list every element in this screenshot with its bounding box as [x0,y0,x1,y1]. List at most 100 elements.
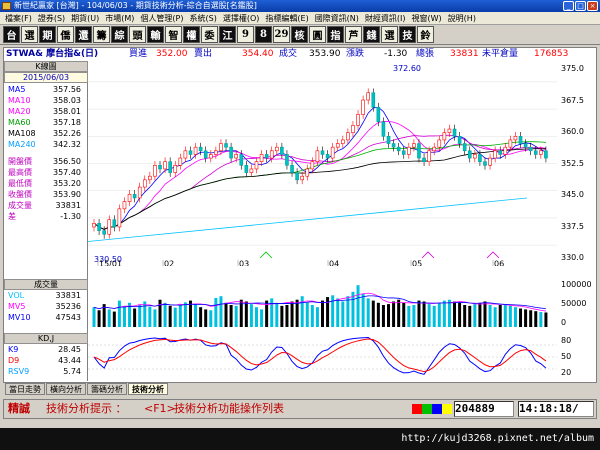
volume-bar [366,298,370,327]
axis-tick: 50000 [561,299,587,308]
volume-bar [493,307,497,327]
toolbar-button-13[interactable]: 9 [237,26,254,43]
menu-item-5[interactable]: 系統(S) [187,12,220,24]
axis-tick: 367.5 [561,95,584,105]
candle-body [275,146,279,152]
menu-item-4[interactable]: 個人管理(P) [137,12,186,24]
signal-marker [486,251,500,259]
window-title-bar[interactable]: 新世紀贏家 [台灣] - 104/06/03 - 期貨技術分析-綜合自選股[名鑑… [0,0,600,12]
volume-bar [463,305,467,327]
toolbar-button-22[interactable]: 技 [399,26,416,43]
candle-body [183,150,188,159]
candle-body [127,194,132,202]
signal-marker [259,251,273,259]
vol-label: VOL [8,291,25,300]
menu-item-6[interactable]: 選擇權(O) [220,12,263,24]
menu-item-1[interactable]: 證券(S) [35,12,68,24]
candle-body [320,150,325,155]
toolbar-button-14[interactable]: 8 [255,26,272,43]
tab-bar: 當日走勢 橫向分析 籌碼分析 技術分析 [3,383,597,396]
toolbar-button-8[interactable]: 輸 [147,26,164,43]
axis-tick: 360.0 [561,127,584,136]
candle-body [437,139,442,148]
toolbar-button-18[interactable]: 指 [327,26,344,43]
candle-body [234,154,238,159]
kd-row: D9 43.44 [6,355,86,366]
menu-item-10[interactable]: 視窗(W) [409,12,445,24]
toolbar-button-11[interactable]: 委 [201,26,218,43]
menu-item-3[interactable]: 市場(M) [102,12,137,24]
toolbar-button-12[interactable]: 江 [219,26,236,43]
app-icon [2,2,11,10]
toolbar-button-16[interactable]: 核 [291,26,308,43]
volume-bar [412,305,416,327]
toolbar-button-6[interactable]: 綜 [111,26,128,43]
maximize-button[interactable]: □ [575,1,586,11]
tab-1[interactable]: 橫向分析 [46,383,86,395]
axis-tick: 50 [561,352,572,361]
volume-bar [158,299,162,327]
candle-body [214,150,218,155]
candle-body [198,146,203,152]
candle-body [523,143,528,148]
candle-body [305,168,310,177]
close-button[interactable]: × [587,1,598,11]
toolbar-button-10[interactable]: 權 [183,26,200,43]
toolbar-button-5[interactable]: 籌 [93,26,110,43]
last-label: 成交 [279,49,298,59]
toolbar-button-3[interactable]: 僑 [57,26,74,43]
signal-marker [421,251,435,259]
toolbar-button-1[interactable]: 選 [21,26,38,43]
ohlc-label: 開盤價 [8,157,32,166]
volume-bar [503,304,507,327]
menu-item-2[interactable]: 期貨(U) [68,12,102,24]
indicator-panel: K線圖 2015/06/03 MA5 357.56 MA10 358.03 MA20 35… [4,61,88,381]
date-label: 2015/06/03 [4,72,88,83]
candle-body [366,92,371,101]
toolbar-button-7[interactable]: 頭 [129,26,146,43]
menu-item-8[interactable]: 國際資訊(N) [312,12,362,24]
toolbar-button-17[interactable]: 圓 [309,26,326,43]
toolbar-button-15[interactable]: 29 [273,26,290,43]
ohlc-label: 最高價 [8,168,32,177]
toolbar-button-2[interactable]: 期 [39,26,56,43]
tab-2[interactable]: 籌碼分析 [87,383,127,395]
toolbar-button-0[interactable]: 台 [3,26,20,43]
volume-bar [199,307,203,327]
volume-bar [97,310,101,327]
candle-body [457,135,462,144]
menu-item-11[interactable]: 說明(H) [445,12,479,24]
candle-body [254,161,259,170]
menu-item-0[interactable]: 檔案(F) [2,12,35,24]
volume-bar [92,307,96,327]
volume-bar [447,299,451,327]
candle-body [132,194,137,199]
volume-bar [209,310,213,327]
toolbar-button-21[interactable]: 選 [381,26,398,43]
vol-value: 35236 [55,302,81,311]
price-chart[interactable]: 372.60330.5015/01 02 03 04 05 06 [88,61,557,266]
kd-chart[interactable] [88,333,557,381]
toolbar-button-4[interactable]: 還 [75,26,92,43]
volume-bar [143,301,147,327]
toolbar-button-23[interactable]: 鈴 [417,26,434,43]
tab-3[interactable]: 技術分析 [128,383,168,395]
toolbar-button-20[interactable]: 錢 [363,26,380,43]
volume-bar [163,302,167,327]
toolbar-button-9[interactable]: 智 [165,26,182,43]
tab-0[interactable]: 當日走勢 [5,383,45,395]
toolbar-button-19[interactable]: 芦 [345,26,362,43]
menu-item-7[interactable]: 指標編輯(E) [262,12,311,24]
ma-label: MA10 [8,96,31,105]
minimize-button[interactable]: _ [563,1,574,11]
menu-item-9[interactable]: 財經資訊(I) [362,12,409,24]
candle-body [269,150,274,159]
volume-bar [468,305,472,327]
menu-bar: 檔案(F) 證券(S) 期貨(U) 市場(M) 個人管理(P) 系統(S) 選擇權(O) 指標… [0,12,600,25]
status-hint-text: 技術分析功能操作列表 [174,402,284,415]
ohlc-row: 最高價 357.40 [6,167,86,178]
vol-value: 47543 [55,313,81,322]
volume-bar [280,305,284,327]
volume-chart[interactable] [88,279,557,329]
candle-body [478,154,482,162]
